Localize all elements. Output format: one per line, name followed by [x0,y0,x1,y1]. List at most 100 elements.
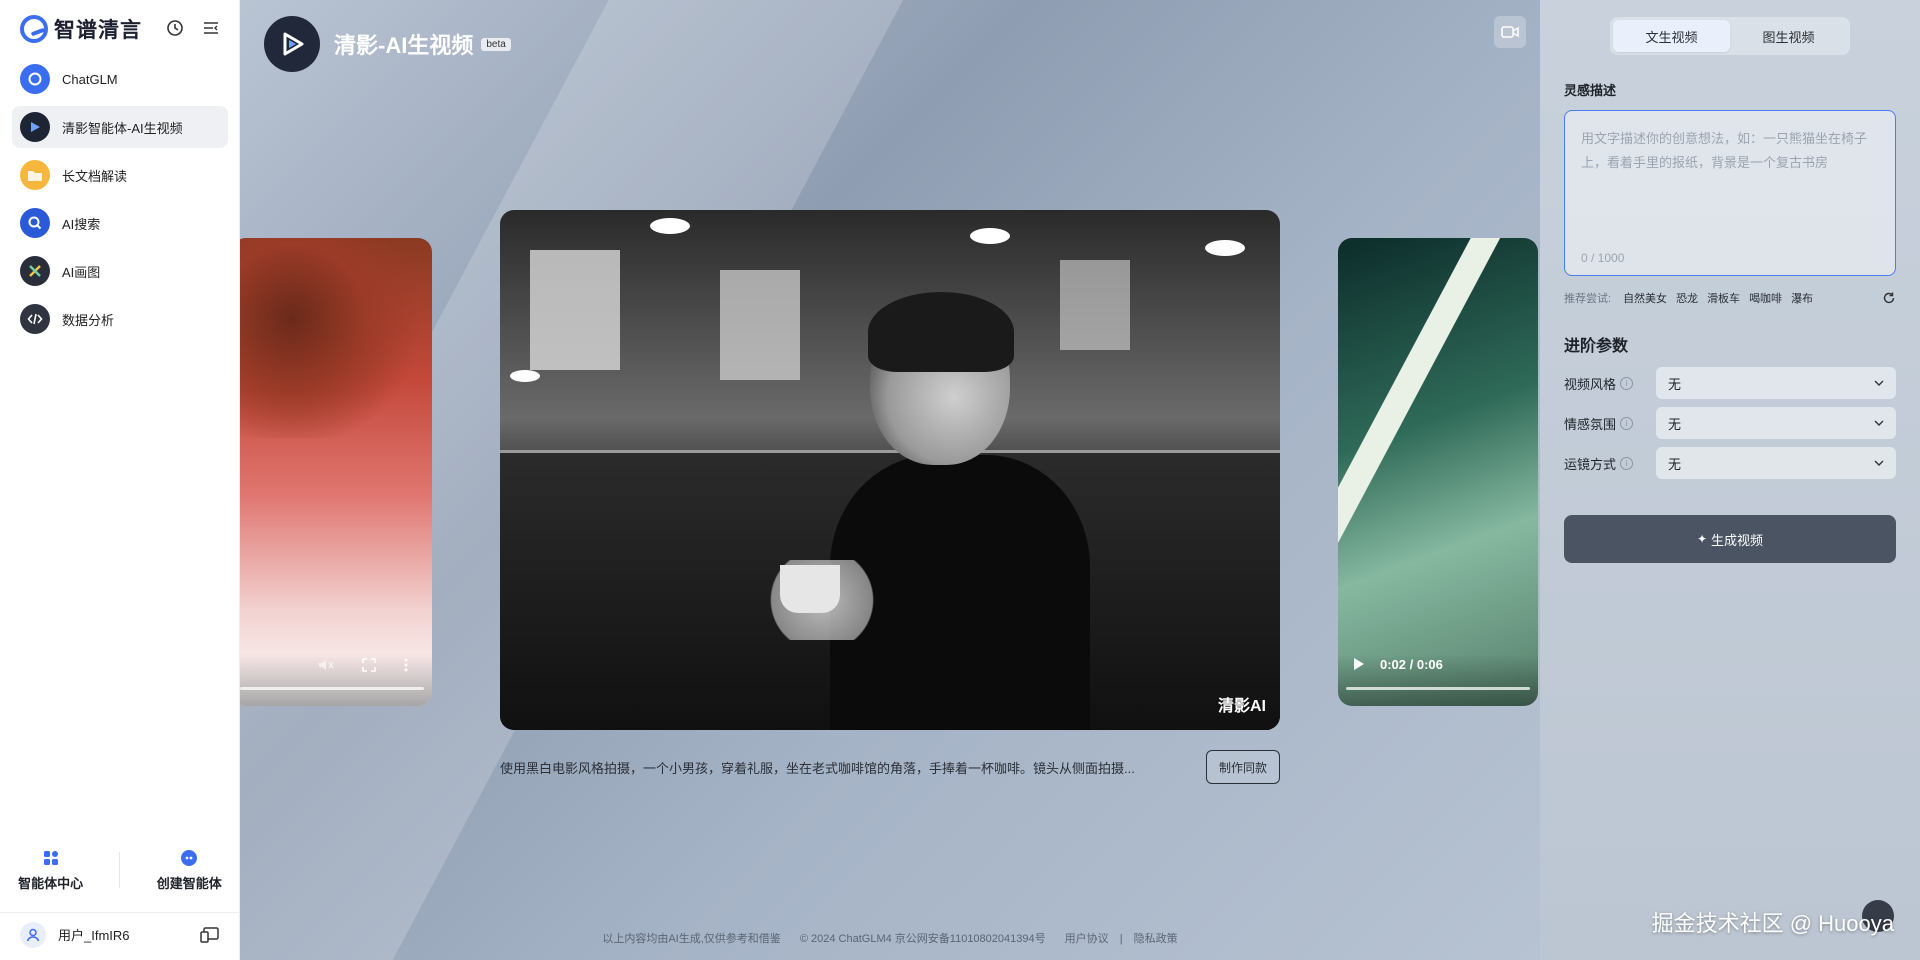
qingying-icon [20,112,50,142]
chevron-down-icon [1874,380,1884,386]
video-showcase: 清影-AI生视频 beta 清影AI 0:02 / 0:06 使用黑白电影风格拍… [240,0,1540,960]
zhipu-logo-icon [20,15,48,43]
device-switch-icon[interactable] [200,926,220,944]
footer: 以上内容均由AI生成,仅供参考和借鉴 © 2024 ChatGLM4 京公网安备… [602,933,1178,945]
page-title: 清影-AI生视频 [334,33,474,58]
prompt-label: 灵感描述 [1564,83,1617,98]
code-icon [20,304,50,334]
video-watermark: 清影AI [1217,698,1266,715]
suggestion-chip[interactable]: 喝咖啡 [1749,290,1782,306]
info-icon[interactable]: i [1620,456,1634,470]
sidebar-item-chatglm[interactable]: ChatGLM [12,58,228,100]
video-card-left[interactable] [240,238,432,706]
param-video-style: 视频风格 i 无 [1564,367,1896,399]
advanced-params-title: 进阶参数 [1564,338,1629,355]
param-label-text: 情感氛围 [1564,416,1617,432]
product-header: 清影-AI生视频 beta [264,16,511,72]
video-controls: 0:02 / 0:06 [1338,654,1538,706]
sidebar-item-long-doc[interactable]: 长文档解读 [12,154,228,196]
avatar [20,921,46,948]
grid-icon [43,850,58,865]
user-icon [26,928,40,941]
video-progress-bar[interactable] [240,687,424,690]
sidebar-item-label: AI画图 [62,264,101,280]
footer-notice: 以上内容均由AI生成,仅供参考和借鉴 [602,933,781,945]
param-mood: 情感氛围 i 无 [1564,407,1896,439]
prompt-box: 0 / 1000 [1564,110,1896,276]
video-frame-detail [780,565,840,613]
create-agent-button[interactable]: 创建智能体 [157,849,222,892]
mute-icon[interactable] [318,658,334,672]
mood-select[interactable]: 无 [1656,407,1896,439]
sidebar-item-ai-draw[interactable]: AI画图 [12,250,228,292]
sidebar-item-qingying[interactable]: 清影智能体-AI生视频 [12,106,228,148]
sidebar-nav: ChatGLM 清影智能体-AI生视频 长文档解读 AI搜索 AI画图 数据分析 [12,58,228,346]
prompt-counter: 0 / 1000 [1581,251,1625,265]
agent-center-label: 智能体中心 [18,875,84,891]
prompt-input[interactable] [1579,125,1885,239]
video-time: 0:02 / 0:06 [1380,657,1443,672]
generate-video-button[interactable]: ✦ 生成视频 [1564,515,1896,563]
video-prompt-caption: 使用黑白电影风格拍摄，一个小男孩，穿着礼服，坐在老式咖啡馆的角落，手捧着一杯咖啡… [500,760,1135,776]
agent-center-button[interactable]: 智能体中心 [18,849,83,892]
draw-icon [20,256,50,286]
site-watermark: 掘金技术社区 @ Huooya [1651,911,1894,936]
select-value: 无 [1668,416,1682,432]
fullscreen-icon[interactable] [362,658,378,672]
user-profile[interactable]: 用户_IfmIR6 [0,912,240,956]
video-style-select[interactable]: 无 [1656,367,1896,399]
video-progress-bar[interactable] [1346,687,1530,690]
video-card-right[interactable]: 0:02 / 0:06 [1338,238,1538,706]
suggestions: 推荐尝试: 自然美女 恐龙 滑板车 喝咖啡 瀑布 [1564,290,1896,306]
video-frame-detail [1060,260,1130,350]
sparkle-icon: ✦ [1696,532,1708,546]
sidebar-item-ai-search[interactable]: AI搜索 [12,202,228,244]
make-same-button[interactable]: 制作同款 [1205,750,1280,784]
video-camera-icon [1501,26,1519,38]
param-label: 情感氛围 i [1564,414,1656,433]
privacy-policy-link[interactable]: 隐私政策 [1134,933,1178,945]
search-icon [20,208,50,238]
more-options-icon[interactable] [404,658,420,672]
sidebar-item-data-analysis[interactable]: 数据分析 [12,298,228,340]
param-label: 视频风格 i [1564,374,1656,393]
qingying-logo-icon [264,16,320,72]
sidebar-item-label: 长文档解读 [62,168,128,184]
footer-copyright: © 2024 ChatGLM4 京公网安备11010802041394号 [799,933,1046,945]
sidebar-item-label: 数据分析 [62,312,115,328]
folder-icon [20,160,50,190]
collapse-sidebar-icon[interactable] [201,18,221,38]
generation-panel: 文生视频 图生视频 灵感描述 0 / 1000 推荐尝试: 自然美女 恐龙 滑板… [1540,0,1920,960]
my-videos-button[interactable] [1494,16,1526,48]
brand[interactable]: 智谱清言 [20,14,142,44]
suggestion-chip[interactable]: 瀑布 [1791,290,1813,306]
param-camera-movement: 运镜方式 i 无 [1564,447,1896,479]
suggestion-chip[interactable]: 恐龙 [1676,290,1698,306]
beta-badge: beta [481,37,511,51]
video-card-main[interactable]: 清影AI [500,210,1280,730]
camera-movement-select[interactable]: 无 [1656,447,1896,479]
refresh-icon[interactable] [1882,291,1896,305]
user-agreement-link[interactable]: 用户协议 [1065,933,1109,945]
sidebar-item-label: AI搜索 [62,216,101,232]
video-frame-detail [530,250,620,370]
video-frame-detail [650,218,690,234]
video-frame-detail [970,228,1010,244]
select-value: 无 [1668,376,1682,392]
info-icon[interactable]: i [1620,416,1634,430]
sidebar-item-label: 清影智能体-AI生视频 [62,120,183,136]
brand-name: 智谱清言 [54,19,142,42]
mode-tabs: 文生视频 图生视频 [1610,17,1850,55]
tab-image-to-video[interactable]: 图生视频 [1730,20,1847,52]
create-agent-icon [181,849,198,866]
tab-text-to-video[interactable]: 文生视频 [1613,20,1730,52]
info-icon[interactable]: i [1620,376,1634,390]
video-frame-detail [1205,240,1245,256]
play-icon[interactable] [1354,658,1364,670]
video-controls [240,654,432,706]
sidebar-item-label: ChatGLM [62,71,118,87]
select-value: 无 [1668,456,1682,472]
history-icon[interactable] [165,18,185,38]
suggestion-chip[interactable]: 滑板车 [1707,290,1740,306]
suggestion-chip[interactable]: 自然美女 [1623,290,1667,306]
